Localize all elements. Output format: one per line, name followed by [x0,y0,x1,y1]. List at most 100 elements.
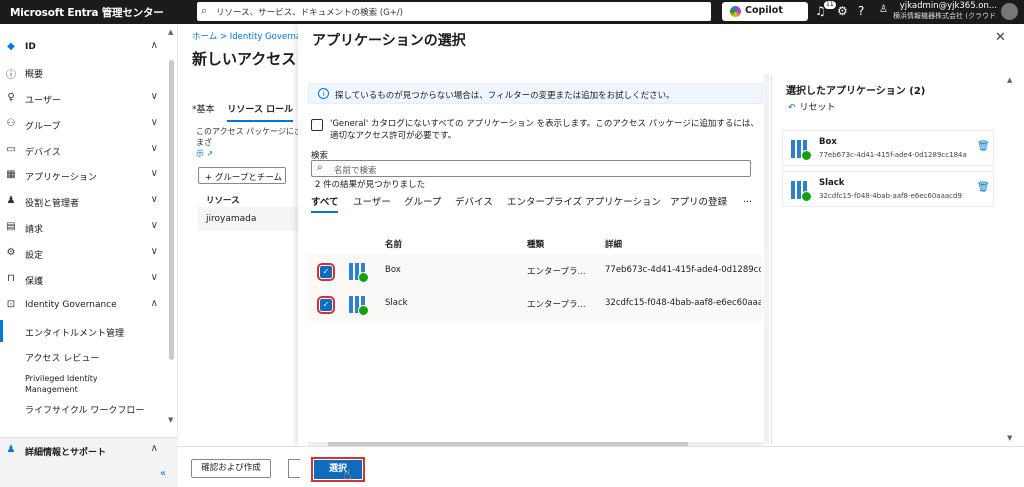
table-row[interactable]: jiroyamada [198,207,308,231]
panel-title: アプリケーションの選択 [312,33,466,49]
sidebar-item-groups[interactable]: ⚇ グループ ∨ [0,114,168,136]
search-input[interactable]: ⌕ 名前で検索 [311,160,751,177]
resource-column-header: リソース [206,196,240,206]
copilot-label: Copilot [745,5,783,16]
sidebar-item-overview[interactable]: ⓘ 概要 [0,62,168,84]
reset-button[interactable]: ↶ リセット [788,100,836,113]
sidebar-item-applications[interactable]: ▦ アプリケーション ∨ [0,165,168,187]
sidebar-item-users[interactable]: ♀ ユーザー ∨ [0,88,168,110]
sidebar-item-roles[interactable]: ♟ 役割と管理者 ∨ [0,191,168,213]
sidebar-sub-pim-line2[interactable]: Management [25,385,78,394]
help-icon[interactable]: ? [858,4,864,18]
chevron-up-icon: ∧ [150,40,158,51]
select-button[interactable]: 選択 [311,457,365,482]
chevron-down-icon: ∨ [150,246,158,257]
global-search-placeholder: リソース、サービス、ドキュメントの検索 (G+/) [216,8,403,18]
sidebar-item-support[interactable]: ♟ 詳細情報とサポート ∧ [0,440,168,462]
sidebar-item-billing[interactable]: ▤ 請求 ∨ [0,217,168,239]
page-description: このアクセス パッケージにさまざ 示 ↗ [196,127,302,158]
tab-basics[interactable]: *基本 [192,105,215,115]
column-name: 名前 [385,240,403,250]
breadcrumb[interactable]: ホーム > Identity Governa [192,30,301,42]
table-header: 名前 種類 詳細 [308,238,763,252]
gear-icon: ⚙ [6,247,16,258]
app-name: Box [385,265,401,275]
chevron-down-icon: ∨ [150,194,158,205]
device-icon: ▭ [6,144,16,155]
selected-title: 選択したアプリケーション (2) [786,86,926,97]
selected-app-card: Box 77eb673c-4d41-415f-ade4-0d1289cc184a… [782,130,994,166]
scroll-down-arrow[interactable]: ▼ [168,416,173,424]
undo-icon: ↶ [788,103,796,113]
user-icon: ♀ [7,92,15,103]
tab-more[interactable]: ... [743,194,752,205]
mouse-cursor-icon: ☝ [343,467,352,483]
selected-app-name: Box [819,137,837,147]
tab-all[interactable]: すべて [311,194,339,213]
sidebar-item-settings[interactable]: ⚙ 設定 ∨ [0,243,168,265]
tab-enterprise-apps[interactable]: エンタープライズ アプリケーション [507,194,661,208]
column-detail: 詳細 [605,240,623,250]
table-row[interactable]: ✓ Slack エンタープラ... 32cdfc15-f048-4bab-aaf… [308,287,763,321]
avatar[interactable] [1001,3,1018,20]
global-search-input[interactable]: ⌕ リソース、サービス、ドキュメントの検索 (G+/) [197,2,711,21]
selected-app-id: 32cdfc15-f048-4bab-aaf8-e6ec60aaacd9 [819,192,962,200]
chevron-down-icon: ∨ [150,168,158,179]
close-icon[interactable]: ✕ [995,30,1006,45]
select-applications-panel: アプリケーションの選択 ✕ i 探しているものが見つからない場合は、フィルターの… [298,24,1024,446]
chevron-down-icon: ∨ [150,143,158,154]
row-checkbox[interactable]: ✓ [317,263,335,281]
tab-groups[interactable]: グループ [404,194,441,208]
tab-devices[interactable]: デバイス [455,194,493,208]
sidebar-item-id[interactable]: ◆ ID ∧ [0,37,168,59]
chevron-down-icon: ∨ [150,220,158,231]
sidebar-sub-access-reviews[interactable]: アクセス レビュー [25,351,99,364]
table-row[interactable]: ✓ Box エンタープラ... 77eb673c-4d41-415f-ade4-… [308,254,763,288]
sidebar-sub-entitlement[interactable]: エンタイトルメント管理 [25,326,124,339]
enterprise-app-icon [349,296,369,316]
sidebar-item-protection[interactable]: ⊓ 保護 ∨ [0,269,168,291]
delete-icon[interactable]: 🗑 [977,141,990,152]
info-text: 探しているものが見つからない場合は、フィルターの変更または追加をお試しください。 [335,91,675,101]
tab-users[interactable]: ユーザー [353,194,391,208]
group-icon: ⚇ [6,118,16,129]
chevron-down-icon: ∨ [150,91,158,102]
app-title[interactable]: Microsoft Entra 管理センター [10,5,164,20]
app-type: エンタープラ... [527,267,586,277]
scroll-down-arrow[interactable]: ▼ [1007,434,1012,442]
panel-scrollbar[interactable]: ▲ ▼ [1007,74,1015,444]
collapse-sidebar-icon[interactable]: « [160,468,166,479]
tab-resource-roles[interactable]: リソース ロール [227,105,294,122]
gear-icon[interactable]: ⚙ [837,4,848,18]
sidebar-sub-lifecycle[interactable]: ライフサイクル ワークフロー [25,403,144,416]
notification-badge: 11 [824,1,836,9]
learn-more-link[interactable]: 示 ↗ [196,149,213,158]
previous-button[interactable] [288,459,300,478]
row-checkbox[interactable]: ✓ [317,296,335,314]
sidebar-item-identity-governance[interactable]: ⊡ Identity Governance ∧ [0,295,168,317]
selected-apps-pane: 選択したアプリケーション (2) ↶ リセット Box 77eb673c-4d41… [771,74,1003,444]
column-type: 種類 [527,240,545,250]
account-menu[interactable]: yjkadmin@yjk365.on... 横浜情報機器株式会社 (クラウド..… [893,1,997,21]
scroll-up-arrow[interactable]: ▲ [1007,76,1012,84]
info-icon: ⓘ [6,70,16,81]
scroll-up-arrow[interactable]: ▲ [168,28,173,36]
delete-icon[interactable]: 🗑 [977,182,990,193]
support-icon: ♟ [6,444,16,455]
review-create-button[interactable]: 確認および作成 [191,459,271,478]
app-detail: 32cdfc15-f048-4bab-aaf8-e6ec60aaacd9 [605,298,761,308]
sidebar-item-devices[interactable]: ▭ デバイス ∨ [0,140,168,162]
sidebar-sub-pim-line1[interactable]: Privileged Identity [25,374,98,383]
filter-tabs: すべて ユーザー グループ デバイス エンタープライズ アプリケーション アプリ… [311,194,761,214]
sidebar-scrollbar[interactable] [169,60,174,360]
copilot-button[interactable]: Copilot [722,2,808,21]
show-all-apps-checkbox[interactable] [311,119,323,131]
active-indicator [0,320,3,342]
add-group-button[interactable]: + グループとチーム [198,167,286,184]
background-page: ホーム > Identity Governa 新しいアクセス パッ *基本 リソ… [178,24,331,487]
feedback-icon[interactable]: ♙ [879,4,888,15]
roles-icon: ♟ [6,195,16,206]
billing-icon: ▤ [6,221,16,232]
tab-app-registrations[interactable]: アプリの登録 [670,194,727,208]
governance-icon: ⊡ [6,299,16,310]
